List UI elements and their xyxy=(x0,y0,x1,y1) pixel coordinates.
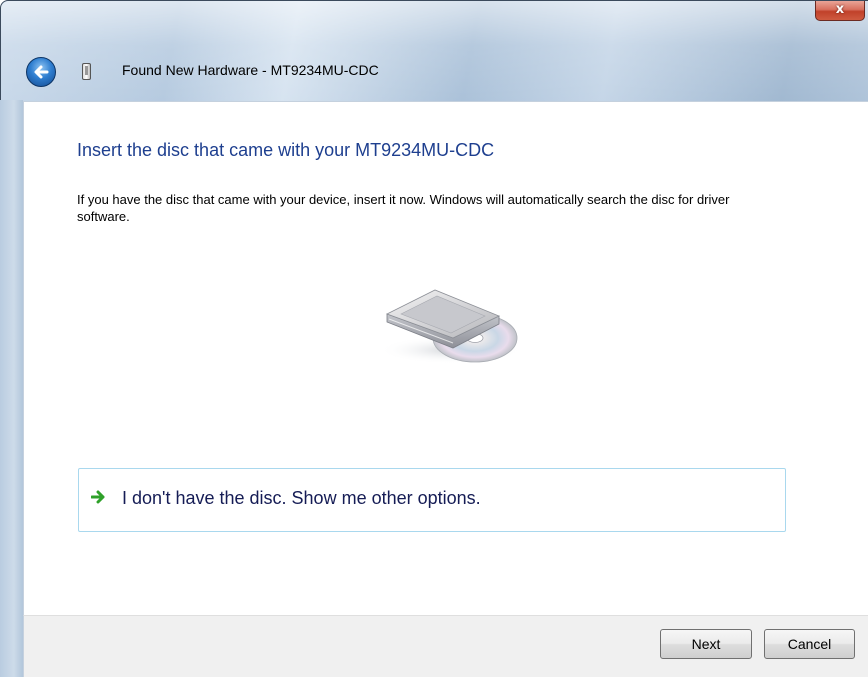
wizard-content: Insert the disc that came with your MT92… xyxy=(23,101,868,616)
window-left-border xyxy=(0,100,23,677)
close-icon: x xyxy=(835,2,845,17)
wizard-footer: Next Cancel xyxy=(23,615,868,677)
green-arrow-icon xyxy=(91,490,105,504)
back-arrow-icon xyxy=(34,65,49,79)
wizard-window: x Found New Hardware - MT9234MU-CDC Inse… xyxy=(0,0,868,677)
page-description: If you have the disc that came with your… xyxy=(77,192,730,224)
optical-drive-disc-icon xyxy=(367,278,527,373)
back-button[interactable] xyxy=(26,57,56,87)
no-disc-option-link[interactable]: I don't have the disc. Show me other opt… xyxy=(78,468,786,532)
usb-device-icon xyxy=(82,63,91,80)
cancel-button[interactable]: Cancel xyxy=(764,629,855,659)
page-heading: Insert the disc that came with your MT92… xyxy=(77,140,495,160)
next-button[interactable]: Next xyxy=(660,629,752,659)
no-disc-option-text: I don't have the disc. Show me other opt… xyxy=(122,488,481,508)
window-title: Found New Hardware - MT9234MU-CDC xyxy=(122,62,379,78)
close-button[interactable]: x xyxy=(815,1,865,21)
